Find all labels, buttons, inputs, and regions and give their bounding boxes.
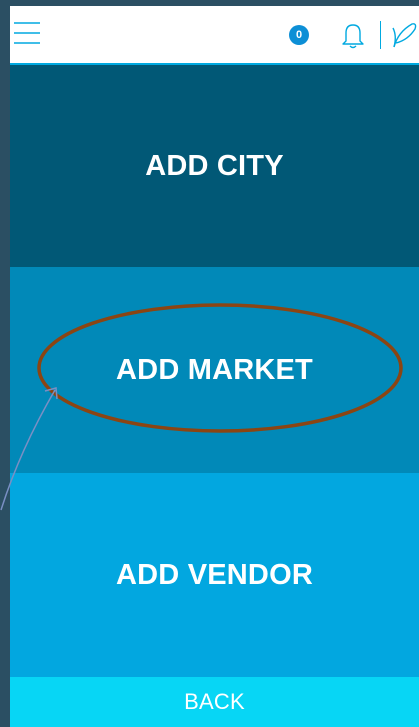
back-label: BACK xyxy=(184,689,245,714)
add-city-button[interactable]: ADD CITY xyxy=(10,65,419,267)
header-divider xyxy=(380,21,381,49)
top-bar: 0 xyxy=(10,6,419,65)
app-screen: 0 ADD CITY ADD MARKET ADD VENDOR BACK xyxy=(10,6,419,727)
back-button[interactable]: BACK xyxy=(10,677,419,727)
add-vendor-button[interactable]: ADD VENDOR xyxy=(10,473,419,677)
notification-count-badge[interactable]: 0 xyxy=(289,25,309,45)
bell-icon[interactable] xyxy=(338,20,368,50)
feather-icon[interactable] xyxy=(388,20,419,50)
menu-icon[interactable] xyxy=(12,19,42,47)
add-city-label: ADD CITY xyxy=(145,149,284,182)
add-market-button[interactable]: ADD MARKET xyxy=(10,267,419,473)
add-vendor-label: ADD VENDOR xyxy=(116,558,313,591)
add-market-label: ADD MARKET xyxy=(116,353,313,386)
